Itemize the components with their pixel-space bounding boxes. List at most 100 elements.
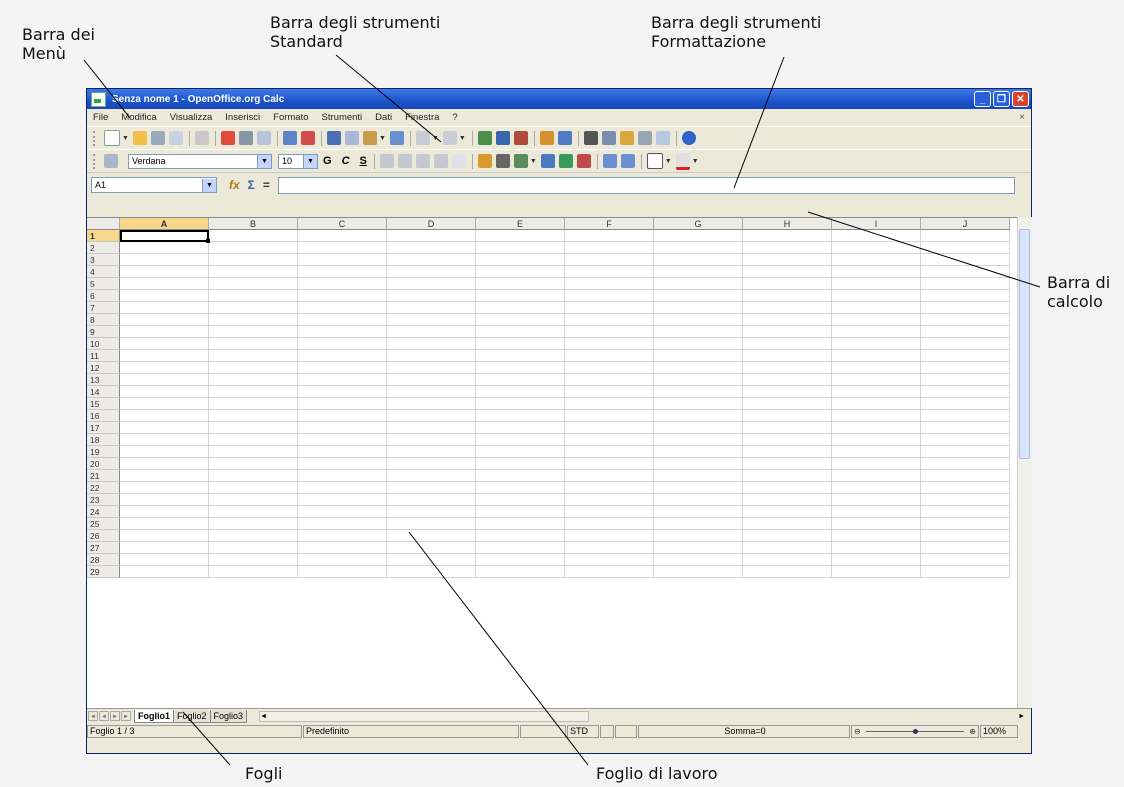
next-sheet-icon[interactable]: ► — [110, 711, 120, 721]
sheet-tab-foglio3[interactable]: Foglio3 — [209, 709, 248, 723]
merge-cells-icon[interactable] — [451, 154, 466, 168]
scroll-left-icon[interactable]: ◄ — [260, 713, 267, 720]
export-pdf-icon[interactable] — [220, 131, 235, 145]
underline-button[interactable]: S — [360, 155, 367, 167]
row-header-1[interactable]: 1 — [87, 230, 120, 242]
page-style[interactable]: Predefinito — [303, 724, 519, 738]
chevron-down-icon[interactable]: ▼ — [202, 178, 216, 192]
data-sources-icon[interactable] — [637, 131, 652, 145]
mail-icon[interactable] — [168, 131, 183, 145]
close-button[interactable]: ✕ — [1012, 91, 1029, 107]
column-header-g[interactable]: G — [654, 218, 743, 230]
find-replace-icon[interactable] — [583, 131, 598, 145]
open-folder-icon[interactable] — [132, 131, 147, 145]
decrease-indent-icon[interactable] — [602, 154, 617, 168]
zoom-in-icon[interactable]: ⊕ — [969, 726, 976, 737]
draw-functions-icon[interactable] — [557, 131, 572, 145]
align-center-icon[interactable] — [397, 154, 412, 168]
hyperlink-icon[interactable] — [477, 131, 492, 145]
format-paintbrush-icon[interactable] — [389, 131, 404, 145]
page-preview-icon[interactable] — [256, 131, 271, 145]
help-icon[interactable] — [681, 131, 696, 145]
paste-icon[interactable] — [362, 131, 377, 145]
sheet-tab-foglio1[interactable]: Foglio1 — [134, 709, 174, 723]
font-color-dropdown-icon[interactable]: ▼ — [692, 158, 699, 165]
column-header-c[interactable]: C — [298, 218, 387, 230]
row-header-7[interactable]: 7 — [87, 302, 120, 314]
toolbar-grip[interactable] — [93, 153, 98, 169]
delete-decimal-icon[interactable] — [576, 154, 591, 168]
font-size-select[interactable]: 10 ▼ — [278, 153, 318, 169]
row-header-15[interactable]: 15 — [87, 398, 120, 410]
prev-sheet-icon[interactable]: ◄ — [99, 711, 109, 721]
row-header-13[interactable]: 13 — [87, 374, 120, 386]
increase-indent-icon[interactable] — [620, 154, 635, 168]
active-cell-cursor[interactable] — [120, 230, 210, 243]
zoom-icon[interactable] — [655, 131, 670, 145]
row-header-21[interactable]: 21 — [87, 470, 120, 482]
first-sheet-icon[interactable]: ◄ — [88, 711, 98, 721]
gallery-icon[interactable] — [619, 131, 634, 145]
zoom-level[interactable]: 100% — [980, 724, 1018, 738]
vertical-scrollbar[interactable] — [1017, 217, 1032, 708]
column-header-i[interactable]: I — [832, 218, 921, 230]
sort-ascending-icon[interactable] — [495, 131, 510, 145]
edit-file-icon[interactable] — [194, 131, 209, 145]
row-header-2[interactable]: 2 — [87, 242, 120, 254]
chevron-down-icon[interactable]: ▼ — [257, 154, 271, 168]
chevron-down-icon[interactable]: ▼ — [303, 154, 317, 168]
toolbar-grip[interactable] — [93, 130, 98, 146]
row-header-16[interactable]: 16 — [87, 410, 120, 422]
column-header-b[interactable]: B — [209, 218, 298, 230]
row-header-26[interactable]: 26 — [87, 530, 120, 542]
zoom-slider-knob[interactable] — [913, 728, 918, 734]
chart-icon[interactable] — [539, 131, 554, 145]
print-icon[interactable] — [238, 131, 253, 145]
row-header-22[interactable]: 22 — [87, 482, 120, 494]
row-header-28[interactable]: 28 — [87, 554, 120, 566]
percent-format-icon[interactable] — [495, 154, 510, 168]
menu-help[interactable]: ? — [452, 112, 457, 123]
equals-icon[interactable]: = — [263, 178, 270, 192]
currency-format-icon[interactable] — [477, 154, 492, 168]
column-header-d[interactable]: D — [387, 218, 476, 230]
number-format-dropdown-icon[interactable]: ▼ — [530, 158, 537, 165]
row-header-14[interactable]: 14 — [87, 386, 120, 398]
font-color-icon[interactable] — [675, 152, 690, 170]
copy-icon[interactable] — [344, 131, 359, 145]
paste-dropdown-icon[interactable]: ▼ — [379, 135, 386, 142]
row-header-10[interactable]: 10 — [87, 338, 120, 350]
menu-inserisci[interactable]: Inserisci — [225, 112, 260, 123]
row-header-4[interactable]: 4 — [87, 266, 120, 278]
undo-dropdown-icon[interactable]: ▼ — [432, 135, 439, 142]
row-header-8[interactable]: 8 — [87, 314, 120, 326]
menu-strumenti[interactable]: Strumenti — [322, 112, 363, 123]
menu-visualizza[interactable]: Visualizza — [170, 112, 213, 123]
menu-finestra[interactable]: Finestra — [405, 112, 439, 123]
last-sheet-icon[interactable]: ► — [121, 711, 131, 721]
styles-formatting-icon[interactable] — [104, 154, 118, 168]
row-header-12[interactable]: 12 — [87, 362, 120, 374]
zoom-out-icon[interactable]: ⊖ — [854, 726, 861, 737]
close-document-icon[interactable]: × — [1019, 112, 1025, 123]
menu-file[interactable]: File — [93, 112, 108, 123]
justify-icon[interactable] — [433, 154, 448, 168]
menu-formato[interactable]: Formato — [273, 112, 308, 123]
zoom-slider[interactable]: ⊖ ⊕ — [851, 724, 979, 738]
italic-button[interactable]: C — [342, 155, 350, 167]
row-header-17[interactable]: 17 — [87, 422, 120, 434]
font-name-select[interactable]: Verdana ▼ — [128, 153, 272, 169]
row-header-18[interactable]: 18 — [87, 434, 120, 446]
redo-icon[interactable] — [442, 131, 457, 145]
column-header-f[interactable]: F — [565, 218, 654, 230]
name-box[interactable]: A1 ▼ — [91, 177, 217, 193]
new-document-icon[interactable] — [104, 130, 120, 146]
formula-input[interactable] — [277, 176, 1015, 194]
navigator-icon[interactable] — [601, 131, 616, 145]
row-header-6[interactable]: 6 — [87, 290, 120, 302]
row-header-9[interactable]: 9 — [87, 326, 120, 338]
title-bar[interactable]: Senza nome 1 - OpenOffice.org Calc _ ❐ ✕ — [87, 89, 1031, 109]
column-header-a[interactable]: A — [120, 218, 209, 230]
scroll-thumb[interactable] — [1019, 229, 1030, 459]
new-dropdown-icon[interactable]: ▼ — [122, 135, 129, 142]
